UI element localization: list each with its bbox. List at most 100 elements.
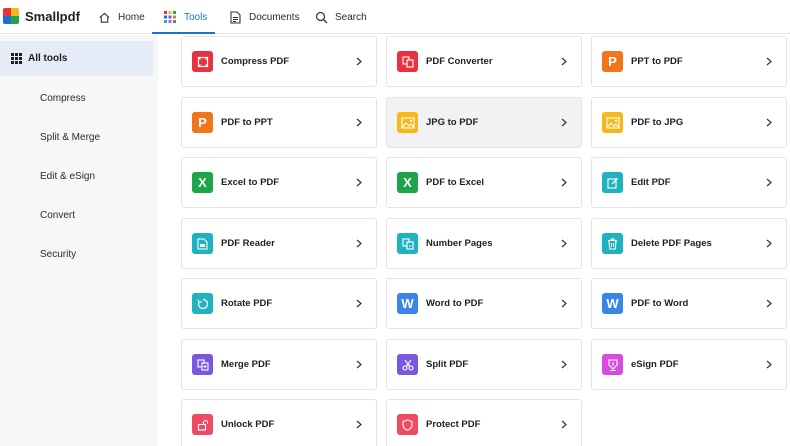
tool-label: PDF Converter [426,56,493,67]
tool-label: PDF Reader [221,238,275,249]
app-name: Smallpdf [25,8,80,24]
chevron-right-icon [560,118,568,128]
nav-documents[interactable]: Documents [228,0,300,34]
sidebar-item-edit-esign[interactable]: Edit & eSign [40,171,95,182]
chevron-right-icon [355,239,363,249]
tool-label: Merge PDF [221,359,271,370]
app-logo[interactable]: Smallpdf [3,6,80,26]
sidebar-item-convert[interactable]: Convert [40,210,75,221]
home-icon [97,10,111,24]
chevron-right-icon [765,360,773,370]
smallpdf-logo-icon [3,8,19,24]
top-navigation-bar: Smallpdf Home Tools Documents Search [0,0,790,34]
chevron-right-icon [355,420,363,430]
tool-card-pdf-to-jpg[interactable]: PDF to JPG [591,97,787,148]
chevron-right-icon [765,239,773,249]
edit-icon [602,172,623,193]
tool-label: Number Pages [426,238,493,249]
tool-card-esign-pdf[interactable]: eSign PDF [591,339,787,390]
excel-icon: X [397,172,418,193]
shield-icon [397,414,418,435]
nav-home-label: Home [118,11,145,23]
tool-card-pdf-to-word[interactable]: W PDF to Word [591,278,787,329]
nav-tools[interactable]: Tools [163,0,207,34]
tool-label: Delete PDF Pages [631,238,712,249]
image-icon [602,112,623,133]
number-pages-icon [397,233,418,254]
tool-card-excel-to-pdf[interactable]: X Excel to PDF [181,157,377,208]
chevron-right-icon [765,57,773,67]
grid-icon [163,10,177,24]
tool-card-edit-pdf[interactable]: Edit PDF [591,157,787,208]
tool-card-delete-pdf-pages[interactable]: Delete PDF Pages [591,218,787,269]
tool-label: Rotate PDF [221,298,273,309]
tool-card-ppt-to-pdf[interactable]: P PPT to PDF [591,36,787,87]
tool-card-merge-pdf[interactable]: Merge PDF [181,339,377,390]
sidebar-item-compress[interactable]: Compress [40,93,86,104]
grid-icon [11,53,22,64]
chevron-right-icon [355,360,363,370]
excel-icon: X [192,172,213,193]
tool-label: PDF to PPT [221,117,273,128]
chevron-right-icon [560,57,568,67]
tool-card-pdf-reader[interactable]: PDF Reader [181,218,377,269]
chevron-right-icon [560,360,568,370]
chevron-right-icon [355,118,363,128]
split-icon [397,354,418,375]
sidebar-item-label: All tools [28,53,68,64]
sidebar-item-split-merge[interactable]: Split & Merge [40,132,100,143]
tool-card-compress-pdf[interactable]: Compress PDF [181,36,377,87]
tool-label: Excel to PDF [221,177,280,188]
tool-card-pdf-converter[interactable]: PDF Converter [386,36,582,87]
tool-card-jpg-to-pdf[interactable]: JPG to PDF [386,97,582,148]
tool-label: Compress PDF [221,56,290,67]
chevron-right-icon [765,178,773,188]
chevron-right-icon [560,178,568,188]
chevron-right-icon [560,420,568,430]
nav-home[interactable]: Home [97,0,145,34]
chevron-right-icon [560,239,568,249]
converter-icon [397,51,418,72]
tool-label: PPT to PDF [631,56,683,67]
sidebar: All tools Compress Split & Merge Edit & … [0,35,158,446]
active-tab-indicator [152,32,215,34]
tool-label: JPG to PDF [426,117,479,128]
tool-card-number-pages[interactable]: Number Pages [386,218,582,269]
tool-card-split-pdf[interactable]: Split PDF [386,339,582,390]
trash-icon [602,233,623,254]
ppt-icon: P [602,51,623,72]
tool-label: Split PDF [426,359,469,370]
chevron-right-icon [765,299,773,309]
rotate-icon [192,293,213,314]
chevron-right-icon [355,57,363,67]
nav-documents-label: Documents [249,11,300,23]
document-icon [228,10,242,24]
tool-card-protect-pdf[interactable]: Protect PDF [386,399,582,446]
tool-card-pdf-to-excel[interactable]: X PDF to Excel [386,157,582,208]
sidebar-item-all-tools[interactable]: All tools [0,41,153,76]
search-icon [314,10,328,24]
compress-icon [192,51,213,72]
tool-label: PDF to JPG [631,117,684,128]
chevron-right-icon [355,178,363,188]
tool-label: Unlock PDF [221,419,275,430]
chevron-right-icon [765,118,773,128]
tool-label: eSign PDF [631,359,679,370]
tool-card-rotate-pdf[interactable]: Rotate PDF [181,278,377,329]
tool-card-pdf-to-ppt[interactable]: P PDF to PPT [181,97,377,148]
tool-card-unlock-pdf[interactable]: Unlock PDF [181,399,377,446]
tool-card-word-to-pdf[interactable]: W Word to PDF [386,278,582,329]
word-icon: W [397,293,418,314]
image-icon [397,112,418,133]
chevron-right-icon [560,299,568,309]
nav-search[interactable]: Search [314,0,367,34]
unlock-icon [192,414,213,435]
sidebar-item-security[interactable]: Security [40,249,76,260]
nav-tools-label: Tools [184,11,208,23]
reader-icon [192,233,213,254]
tool-label: Edit PDF [631,177,671,188]
esign-icon [602,354,623,375]
tool-label: PDF to Excel [426,177,485,188]
tool-label: Protect PDF [426,419,481,430]
merge-icon [192,354,213,375]
